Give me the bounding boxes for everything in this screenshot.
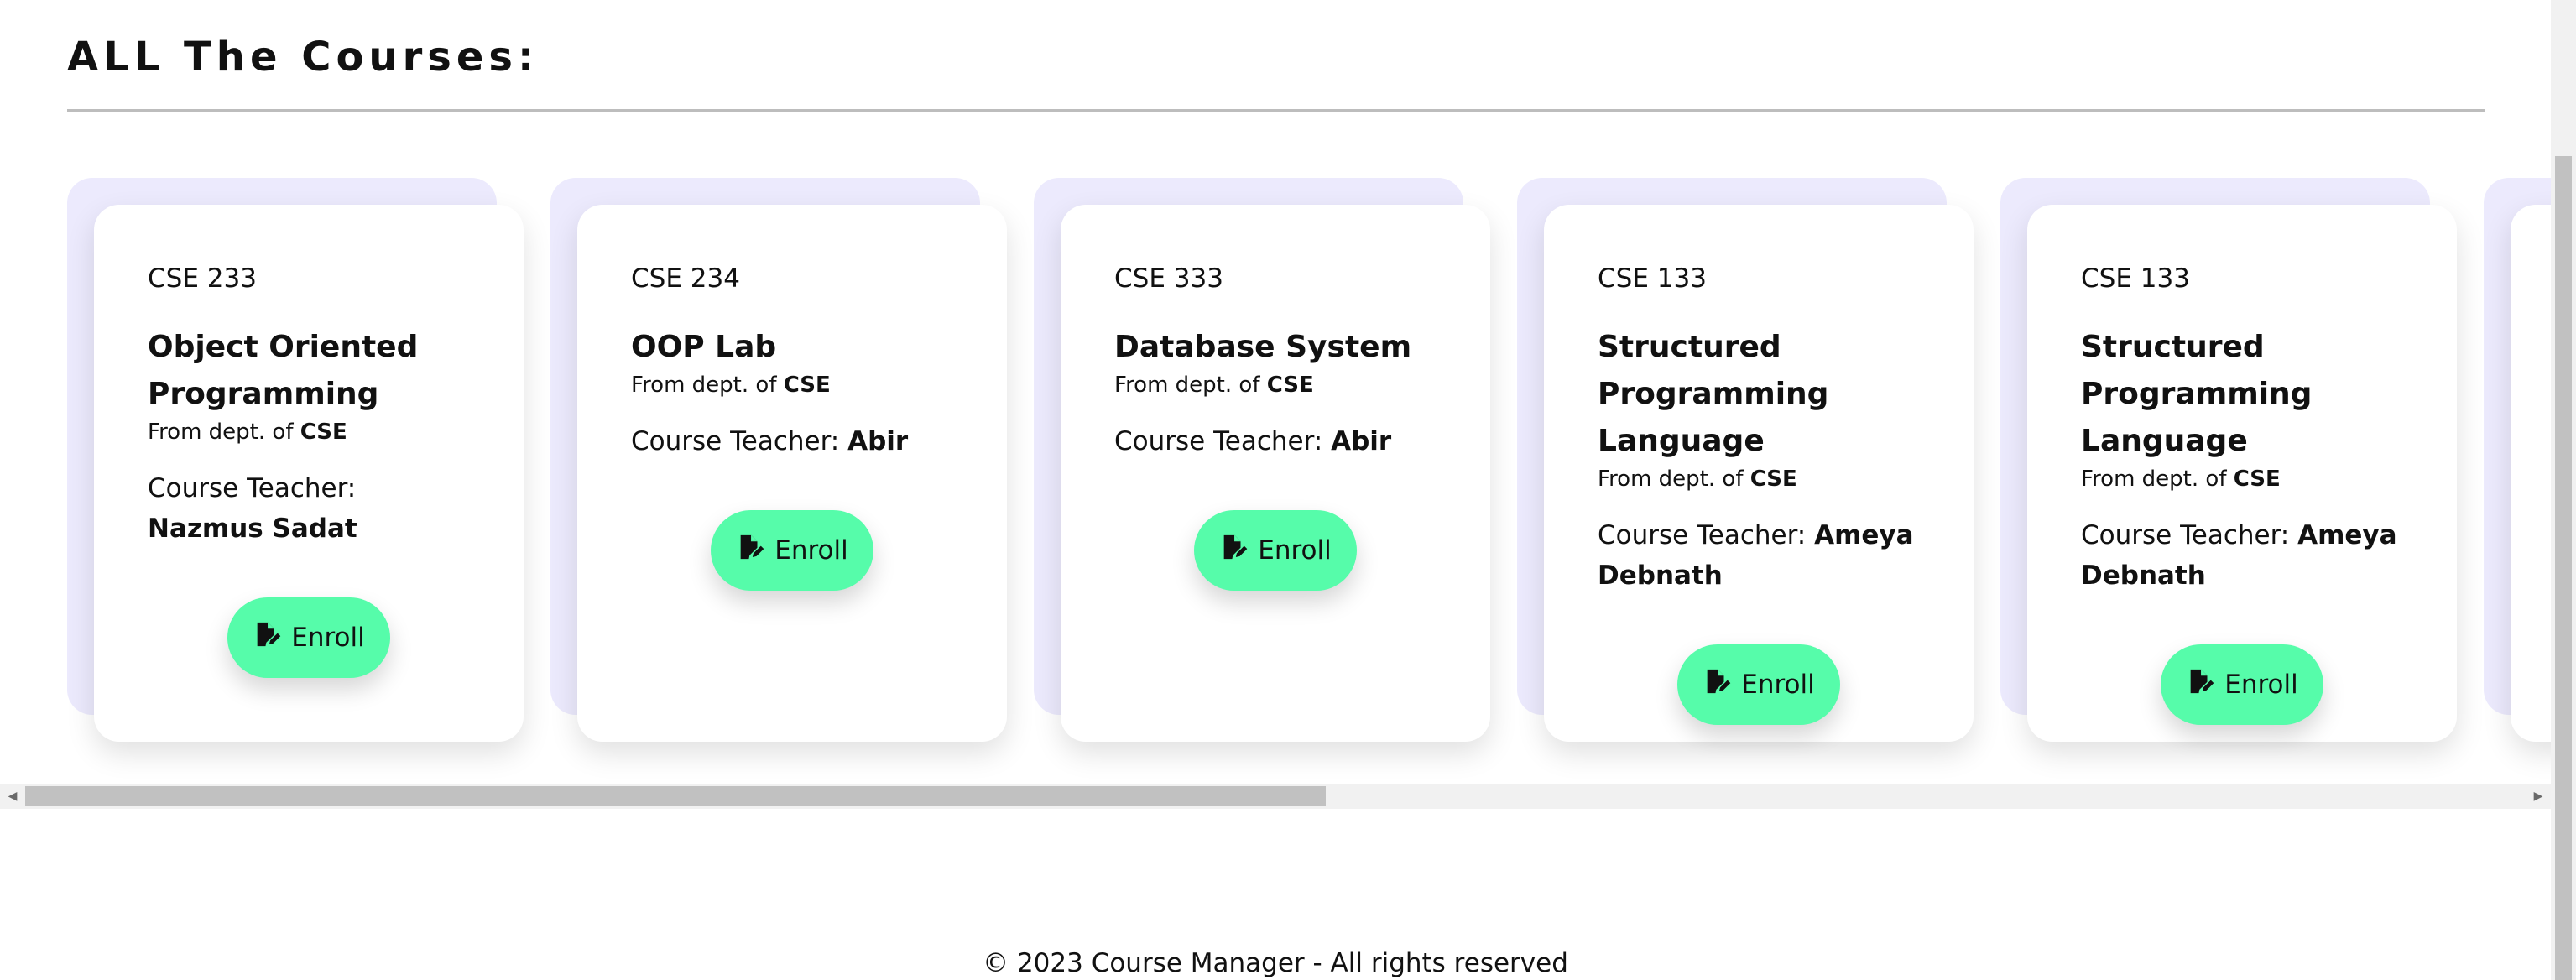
teacher-prefix: Course Teacher:: [148, 473, 357, 503]
course-teacher: Course Teacher: Abir: [1114, 421, 1437, 461]
enroll-label: Enroll: [2224, 670, 2298, 700]
enroll-button[interactable]: Enroll: [711, 510, 873, 591]
course-dept: From dept. of CSE: [2081, 465, 2403, 493]
course-card: CSE 233 Object Oriented Programming From…: [67, 178, 524, 744]
file-edit-icon: [1703, 667, 1731, 702]
enroll-label: Enroll: [774, 535, 848, 566]
vertical-scrollbar[interactable]: [2551, 0, 2576, 980]
course-code: CSE 333: [1114, 263, 1223, 294]
course-card-body: CSE 133 Structured Programming Language …: [1544, 205, 1974, 742]
course-card-partial: [2484, 178, 2551, 744]
teacher-name: Nazmus Sadat: [148, 513, 357, 544]
dept-name: CSE: [1266, 373, 1314, 398]
file-edit-icon: [253, 620, 281, 655]
course-title: Structured Programming Language: [1598, 330, 1829, 458]
scrollbar-thumb[interactable]: [2555, 156, 2572, 980]
teacher-name: Abir: [847, 426, 909, 456]
dept-prefix: From dept. of: [148, 420, 294, 445]
arrow-right-icon[interactable]: ▶: [2526, 784, 2551, 809]
course-title: OOP Lab: [631, 330, 777, 364]
enroll-button[interactable]: Enroll: [227, 597, 390, 678]
course-teacher: Course Teacher: Nazmus Sadat: [148, 468, 470, 549]
course-card-body: CSE 234 OOP Lab From dept. of CSE Course…: [577, 205, 1007, 742]
file-edit-icon: [2186, 667, 2214, 702]
course-track: CSE 233 Object Oriented Programming From…: [67, 178, 2551, 765]
file-edit-icon: [736, 533, 764, 568]
teacher-prefix: Course Teacher:: [631, 426, 840, 456]
course-teacher: Course Teacher: Ameya Debnath: [1598, 515, 1920, 596]
dept-prefix: From dept. of: [1114, 373, 1260, 398]
enroll-label: Enroll: [1741, 670, 1815, 700]
course-card-body: CSE 133 Structured Programming Language …: [2027, 205, 2457, 742]
course-page: ALL The Courses: CSE 233 Object Oriented…: [0, 0, 2576, 980]
teacher-prefix: Course Teacher:: [1598, 520, 1807, 550]
course-card: CSE 234 OOP Lab From dept. of CSE Course…: [550, 178, 1007, 744]
dept-prefix: From dept. of: [2081, 467, 2227, 492]
teacher-prefix: Course Teacher:: [2081, 520, 2290, 550]
course-dept: From dept. of CSE: [1114, 371, 1437, 399]
dept-prefix: From dept. of: [631, 373, 777, 398]
horizontal-scrollbar[interactable]: ◀ ▶: [0, 784, 2551, 809]
course-teacher: Course Teacher: Abir: [631, 421, 953, 461]
enroll-button[interactable]: Enroll: [1194, 510, 1357, 591]
course-carousel[interactable]: CSE 233 Object Oriented Programming From…: [0, 168, 2551, 780]
course-card: CSE 333 Database System From dept. of CS…: [1034, 178, 1490, 744]
course-card: CSE 133 Structured Programming Language …: [1517, 178, 1974, 744]
dept-name: CSE: [300, 420, 347, 445]
course-dept: From dept. of CSE: [631, 371, 953, 399]
course-card-body: [2511, 205, 2551, 742]
teacher-name: Abir: [1331, 426, 1392, 456]
page-title: ALL The Courses:: [67, 34, 540, 81]
dept-name: CSE: [1749, 467, 1797, 492]
scrollbar-thumb[interactable]: [25, 786, 1326, 806]
title-divider: [67, 109, 2485, 112]
course-dept: From dept. of CSE: [1598, 465, 1920, 493]
enroll-button[interactable]: Enroll: [2161, 644, 2323, 725]
arrow-left-icon[interactable]: ◀: [0, 784, 25, 809]
course-code: CSE 234: [631, 263, 740, 294]
course-dept: From dept. of CSE: [148, 418, 470, 446]
enroll-label: Enroll: [291, 623, 365, 653]
course-title: Structured Programming Language: [2081, 330, 2313, 458]
file-edit-icon: [1219, 533, 1248, 568]
enroll-label: Enroll: [1258, 535, 1332, 566]
footer-copyright: © 2023 Course Manager - All rights reser…: [983, 948, 1568, 978]
enroll-button[interactable]: Enroll: [1677, 644, 1840, 725]
teacher-prefix: Course Teacher:: [1114, 426, 1323, 456]
dept-name: CSE: [2233, 467, 2281, 492]
course-card-body: CSE 333 Database System From dept. of CS…: [1061, 205, 1490, 742]
course-code: CSE 233: [148, 263, 257, 294]
course-card-body: CSE 233 Object Oriented Programming From…: [94, 205, 524, 742]
course-code: CSE 133: [2081, 263, 2190, 294]
course-title: Database System: [1114, 330, 1412, 364]
course-code: CSE 133: [1598, 263, 1707, 294]
course-card: CSE 133 Structured Programming Language …: [2000, 178, 2457, 744]
dept-prefix: From dept. of: [1598, 467, 1744, 492]
dept-name: CSE: [783, 373, 831, 398]
course-teacher: Course Teacher: Ameya Debnath: [2081, 515, 2403, 596]
course-title: Object Oriented Programming: [148, 330, 419, 411]
